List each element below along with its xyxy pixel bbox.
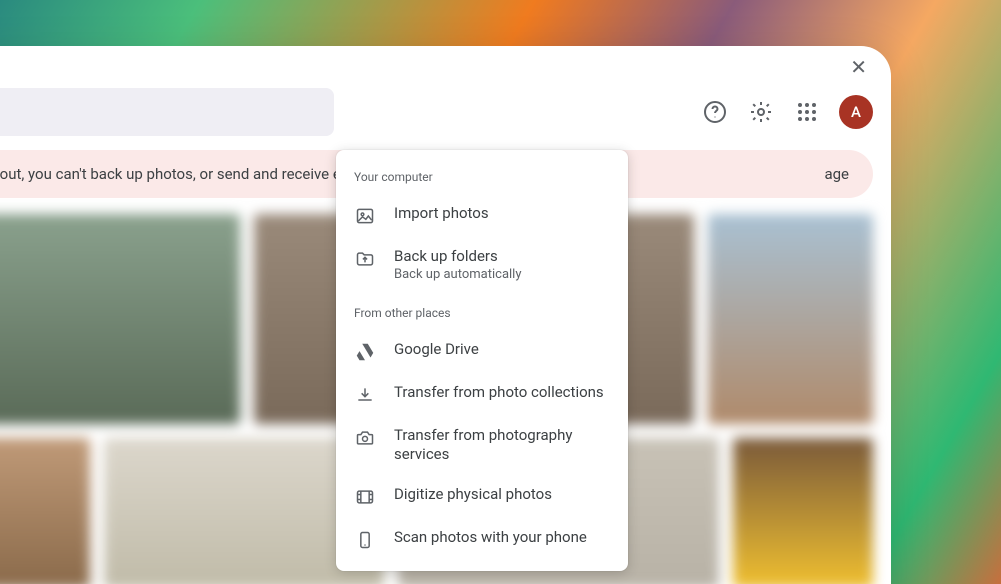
image-icon — [354, 205, 376, 227]
dropdown-section-label: From other places — [336, 292, 628, 330]
photo-thumbnail[interactable] — [708, 214, 873, 424]
menu-item-label: Transfer from photography services — [394, 426, 610, 465]
menu-google-drive[interactable]: Google Drive — [336, 330, 628, 373]
menu-item-label: Import photos — [394, 204, 489, 224]
menu-item-label: Google Drive — [394, 340, 479, 360]
camera-icon — [354, 427, 376, 449]
dropdown-section-label: Your computer — [336, 164, 628, 194]
menu-backup-folders[interactable]: Back up folders Back up automatically — [336, 237, 628, 292]
menu-item-subtitle: Back up automatically — [394, 267, 522, 282]
alert-text-left: in out, you can't back up photos, or sen… — [0, 165, 377, 183]
menu-item-label: Back up folders — [394, 247, 522, 267]
help-icon[interactable] — [701, 98, 729, 126]
apps-grid-icon[interactable] — [793, 98, 821, 126]
top-icons: A — [701, 95, 873, 129]
download-icon — [354, 384, 376, 406]
menu-transfer-collections[interactable]: Transfer from photo collections — [336, 373, 628, 416]
avatar[interactable]: A — [839, 95, 873, 129]
folder-upload-icon — [354, 248, 376, 270]
menu-scan-phone[interactable]: Scan photos with your phone — [336, 518, 628, 561]
photo-thumbnail[interactable] — [733, 438, 873, 584]
menu-item-label: Scan photos with your phone — [394, 528, 587, 548]
search-input[interactable] — [0, 88, 334, 136]
menu-item-label: Transfer from photo collections — [394, 383, 604, 403]
menu-transfer-services[interactable]: Transfer from photography services — [336, 416, 628, 475]
google-drive-icon — [354, 341, 376, 363]
titlebar: ✕ — [0, 46, 891, 88]
app-window: ✕ A in out, you can't back up photos, or… — [0, 46, 891, 584]
menu-digitize-photos[interactable]: Digitize physical photos — [336, 475, 628, 518]
topbar: A — [0, 88, 891, 150]
close-icon[interactable]: ✕ — [850, 57, 867, 77]
phone-icon — [354, 529, 376, 551]
alert-text-right: age — [824, 165, 849, 183]
import-dropdown: Your computer Import photos Back up fold… — [336, 150, 628, 571]
photo-thumbnail[interactable] — [0, 214, 240, 424]
menu-item-label: Digitize physical photos — [394, 485, 552, 505]
photo-thumbnail[interactable] — [0, 438, 90, 584]
gear-icon[interactable] — [747, 98, 775, 126]
menu-import-photos[interactable]: Import photos — [336, 194, 628, 237]
film-icon — [354, 486, 376, 508]
